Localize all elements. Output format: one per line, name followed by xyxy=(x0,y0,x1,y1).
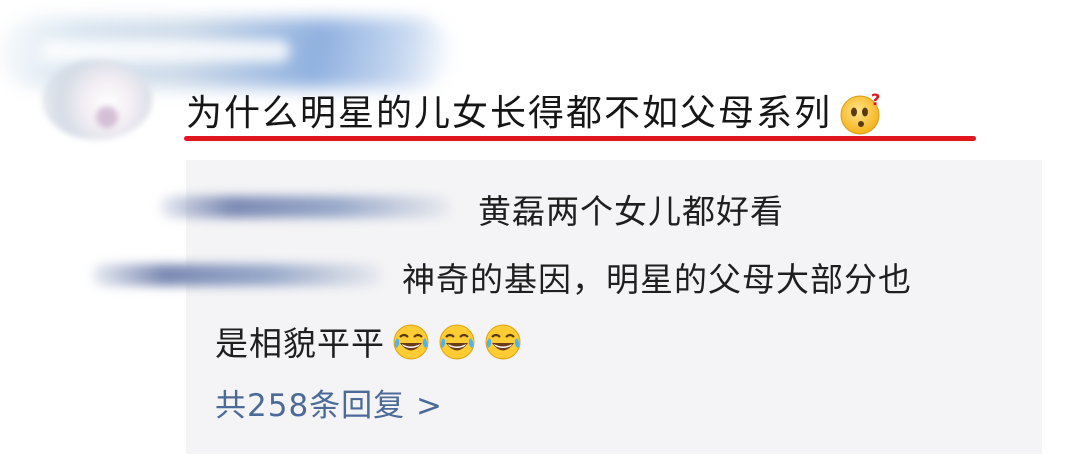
blurred-reply-username xyxy=(92,264,382,286)
avatar-detail xyxy=(96,106,118,128)
laughing-tears-icon xyxy=(483,322,523,362)
title-underline xyxy=(184,136,976,141)
blurred-username-overlay xyxy=(40,40,290,62)
post-title: 为什么明星的儿女长得都不如父母系列 ? xyxy=(186,84,884,144)
reply-2-line1: 神奇的基因，明星的父母大部分也 xyxy=(402,260,912,299)
thinking-face-icon: ? xyxy=(838,90,884,137)
reply-2-line2-text: 是相貌平平 xyxy=(215,324,385,363)
view-all-replies-link[interactable]: 共258条回复 > xyxy=(215,386,443,426)
laughing-tears-icon xyxy=(437,322,477,362)
laughing-tears-icon xyxy=(391,322,431,362)
avatar[interactable] xyxy=(42,60,152,140)
post-title-text: 为什么明星的儿女长得都不如父母系列 xyxy=(186,93,833,134)
reply-2-line2: 是相貌平平 xyxy=(215,322,523,364)
blurred-reply-username xyxy=(160,196,450,218)
reply-1-text: 黄磊两个女儿都好看 xyxy=(478,192,784,231)
svg-text:?: ? xyxy=(871,91,882,109)
